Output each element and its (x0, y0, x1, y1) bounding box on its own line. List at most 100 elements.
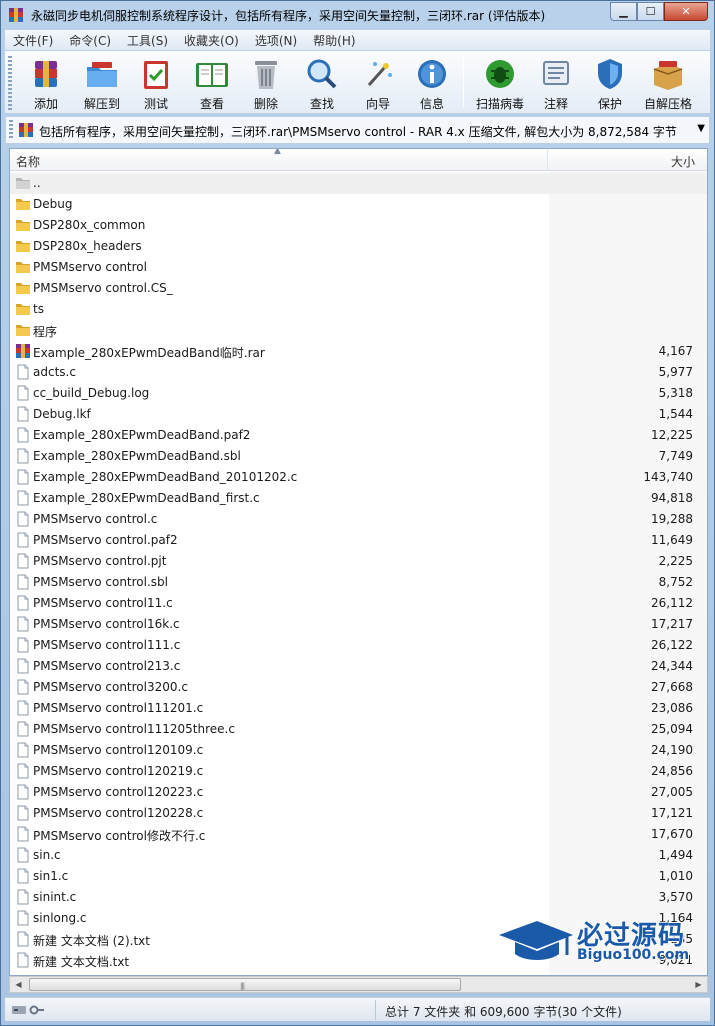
menu-bar: 文件(F) 命令(C) 工具(S) 收藏夹(O) 选项(N) 帮助(H) (5, 30, 710, 50)
file-name: sinint.c (33, 890, 77, 904)
file-row[interactable]: PMSMservo control (10, 257, 707, 278)
horizontal-scrollbar[interactable]: ◀ ||| ▶ (9, 976, 708, 993)
column-size-header[interactable]: 大小 (549, 149, 707, 171)
file-row[interactable]: PMSMservo control3200.c 27,668 (10, 677, 707, 698)
file-name: ts (33, 302, 44, 316)
menu-item-3[interactable]: 收藏夹(O) (176, 32, 247, 49)
file-row[interactable]: Debug.lkf 1,544 (10, 404, 707, 425)
file-icon (15, 637, 31, 653)
file-icon (15, 532, 31, 548)
wizard-button[interactable]: 向导 (351, 54, 405, 112)
file-size: 5,977 (658, 365, 693, 379)
file-size: 8,752 (658, 575, 693, 589)
menu-item-0[interactable]: 文件(F) (5, 32, 61, 49)
file-size: 25,094 (651, 722, 693, 736)
file-row[interactable]: PMSMservo control111201.c 23,086 (10, 698, 707, 719)
file-row[interactable]: Example_280xEPwmDeadBand.sbl 7,749 (10, 446, 707, 467)
file-row[interactable]: DSP280x_common (10, 215, 707, 236)
file-icon (15, 742, 31, 758)
file-name: DSP280x_headers (33, 239, 142, 253)
file-row[interactable]: adcts.c 5,977 (10, 362, 707, 383)
file-size: 27,668 (651, 680, 693, 694)
view-button[interactable]: 查看 (185, 54, 239, 112)
close-button[interactable]: ✕ (664, 2, 708, 21)
add-button[interactable]: 添加 (19, 54, 73, 112)
file-row[interactable]: sinlong.c 1,164 (10, 908, 707, 929)
address-grip[interactable] (9, 120, 13, 140)
sort-ascending-icon: ▲ (274, 148, 281, 156)
file-row[interactable]: 新建 文本文档.txt 9,021 (10, 950, 707, 971)
file-row[interactable]: 程序 (10, 320, 707, 341)
file-name: PMSMservo control.pjt (33, 554, 167, 568)
file-row[interactable]: PMSMservo control.pjt 2,225 (10, 551, 707, 572)
file-row[interactable]: ts (10, 299, 707, 320)
file-size: 143,740 (643, 470, 693, 484)
address-dropdown-icon[interactable]: ▼ (697, 123, 705, 134)
drive-icon[interactable] (11, 1003, 27, 1020)
file-row[interactable]: Example_280xEPwmDeadBand.paf2 12,225 (10, 425, 707, 446)
virus-scan-button[interactable]: 扫描病毒 (471, 54, 529, 112)
file-row[interactable]: PMSMservo control.c 19,288 (10, 509, 707, 530)
protect-button[interactable]: 保护 (583, 54, 637, 112)
menu-item-2[interactable]: 工具(S) (119, 32, 176, 49)
file-row[interactable]: 新建 文本文档 (2).txt 1,135 (10, 929, 707, 950)
key-icon[interactable] (29, 1003, 45, 1020)
file-row[interactable]: PMSMservo control.paf2 11,649 (10, 530, 707, 551)
file-row[interactable]: PMSMservo control120219.c 24,856 (10, 761, 707, 782)
file-row[interactable]: sin1.c 1,010 (10, 866, 707, 887)
address-bar[interactable]: 包括所有程序，采用空间矢量控制，三闭环.rar\PMSMservo contro… (5, 116, 710, 144)
file-row[interactable]: PMSMservo control111205three.c 25,094 (10, 719, 707, 740)
file-row[interactable]: PMSMservo control120109.c 24,190 (10, 740, 707, 761)
file-row[interactable]: Example_280xEPwmDeadBand_first.c 94,818 (10, 488, 707, 509)
file-name: PMSMservo control111201.c (33, 701, 204, 715)
test-button[interactable]: 测试 (129, 54, 183, 112)
file-name: PMSMservo control.paf2 (33, 533, 178, 547)
file-row[interactable]: Debug (10, 194, 707, 215)
toolbar-grip[interactable] (8, 56, 12, 110)
info-button[interactable]: 信息 (405, 54, 459, 112)
file-row[interactable]: .. (10, 173, 707, 194)
file-row[interactable]: PMSMservo control.sbl 8,752 (10, 572, 707, 593)
file-row[interactable]: PMSMservo control11.c 26,112 (10, 593, 707, 614)
scroll-right-button[interactable]: ▶ (690, 977, 707, 992)
file-row[interactable]: PMSMservo control120223.c 27,005 (10, 782, 707, 803)
toolbar: 添加 解压到 测试 查看 删除 查找 向导 信息 扫描病毒 注释 保护 自解压格 (5, 51, 710, 114)
menu-item-1[interactable]: 命令(C) (61, 32, 119, 49)
file-row[interactable]: DSP280x_headers (10, 236, 707, 257)
info-icon (414, 56, 450, 92)
title-bar[interactable]: 永磁同步电机伺服控制系统程序设计，包括所有程序，采用空间矢量控制，三闭环.rar… (1, 1, 714, 29)
file-row[interactable]: PMSMservo control.CS_ (10, 278, 707, 299)
file-name: 新建 文本文档.txt (33, 955, 130, 969)
minimize-button[interactable]: ▁ (610, 2, 637, 21)
sfx-button[interactable]: 自解压格 (637, 54, 699, 112)
file-row[interactable]: Example_280xEPwmDeadBand临时.rar 4,167 (10, 341, 707, 362)
extract-to-button[interactable]: 解压到 (75, 54, 129, 112)
file-row[interactable]: Example_280xEPwmDeadBand_20101202.c 143,7… (10, 467, 707, 488)
file-size: 2,225 (658, 554, 693, 568)
status-bar: 总计 7 文件夹 和 609,600 字节(30 个文件) (5, 997, 710, 1021)
file-size: 7,749 (658, 449, 693, 463)
file-name: sin1.c (33, 869, 69, 883)
file-row[interactable]: PMSMservo control16k.c 17,217 (10, 614, 707, 635)
delete-button[interactable]: 删除 (239, 54, 293, 112)
file-row[interactable]: PMSMservo control120228.c 17,121 (10, 803, 707, 824)
menu-item-4[interactable]: 选项(N) (247, 32, 305, 49)
file-name: PMSMservo control120109.c (33, 743, 204, 757)
comment-button[interactable]: 注释 (529, 54, 583, 112)
file-name: PMSMservo control.sbl (33, 575, 168, 589)
folder-icon (15, 301, 31, 317)
file-row[interactable]: PMSMservo control111.c 26,122 (10, 635, 707, 656)
scroll-thumb[interactable]: ||| (29, 978, 461, 991)
file-row[interactable]: PMSMservo control修改不行.c 17,670 (10, 824, 707, 845)
find-button[interactable]: 查找 (295, 54, 349, 112)
column-name-header[interactable]: 名称 ▲ (10, 149, 548, 171)
file-row[interactable]: sin.c 1,494 (10, 845, 707, 866)
maximize-button[interactable]: ☐ (637, 2, 664, 21)
file-size: 12,225 (651, 428, 693, 442)
file-row[interactable]: PMSMservo control213.c 24,344 (10, 656, 707, 677)
scroll-left-button[interactable]: ◀ (10, 977, 27, 992)
file-row[interactable]: cc_build_Debug.log 5,318 (10, 383, 707, 404)
menu-item-5[interactable]: 帮助(H) (305, 32, 363, 49)
file-icon (15, 511, 31, 527)
file-row[interactable]: sinint.c 3,570 (10, 887, 707, 908)
